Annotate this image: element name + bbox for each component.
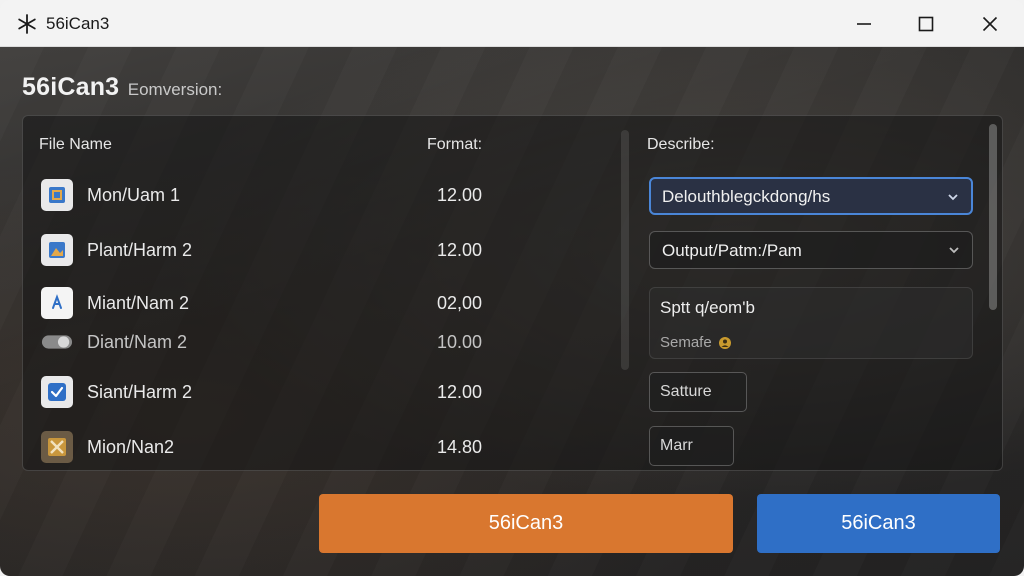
chevron-down-icon bbox=[949, 247, 959, 254]
output-select-2[interactable]: Output/Patm:/Pam bbox=[649, 231, 973, 269]
button-label: 56iCan3 bbox=[841, 512, 916, 534]
close-icon bbox=[982, 16, 998, 32]
file-row[interactable]: Plant/Harm 2 12.00 bbox=[23, 230, 623, 270]
file-format-value: 12.00 bbox=[437, 185, 483, 205]
file-name: Diant/Nam 2 bbox=[87, 332, 188, 352]
file-format-value: 12.00 bbox=[437, 382, 483, 402]
toggle-icon[interactable] bbox=[41, 326, 73, 358]
file-row[interactable]: Siant/Harm 2 12.00 bbox=[23, 372, 623, 412]
asterisk-icon bbox=[18, 14, 36, 34]
file-row[interactable]: Mon/Uam 1 12.00 bbox=[23, 175, 623, 215]
document-file-icon bbox=[41, 287, 73, 319]
file-name: Mon/Uam 1 bbox=[87, 185, 181, 205]
select-value: Output/Patm:/Pam bbox=[662, 241, 802, 260]
main-content: 56iCan3 Eomversion: File Name Format: De… bbox=[0, 47, 1024, 576]
file-name: Plant/Harm 2 bbox=[87, 240, 193, 260]
column-header-format: Format: bbox=[427, 136, 483, 153]
secondary-action-button[interactable]: 56iCan3 bbox=[757, 494, 1000, 553]
page-title: 56iCan3 bbox=[22, 73, 120, 101]
textbox-sub-label: Semafe bbox=[660, 334, 732, 351]
file-name: Miant/Nam 2 bbox=[87, 293, 190, 313]
image-file-icon bbox=[41, 179, 73, 211]
satture-field[interactable]: Satture bbox=[649, 372, 747, 412]
file-row[interactable]: Diant/Nam 2 10.00 bbox=[23, 322, 623, 362]
describe-textbox[interactable]: Sptt q/eom'b Semafe bbox=[649, 287, 973, 359]
maximize-icon bbox=[918, 16, 934, 32]
marr-field[interactable]: Marr bbox=[649, 426, 734, 466]
image-file-icon bbox=[41, 234, 73, 266]
column-header-describe: Describe: bbox=[647, 136, 715, 153]
close-button[interactable] bbox=[976, 10, 1004, 38]
sub-label-text: Semafe bbox=[660, 334, 712, 351]
conversion-panel: File Name Format: Describe: Mon/Uam 1 12… bbox=[22, 115, 1003, 471]
chevron-down-icon bbox=[948, 194, 958, 201]
page-heading: 56iCan3 Eomversion: bbox=[22, 73, 222, 102]
minimize-button[interactable] bbox=[850, 10, 878, 38]
file-row[interactable]: Mion/Nan2 14.80 bbox=[23, 427, 623, 467]
file-format-value: 14.80 bbox=[437, 437, 483, 457]
output-select-1[interactable]: Delouthblegckdong/hs bbox=[649, 177, 973, 215]
file-format-value: 12.00 bbox=[437, 240, 483, 260]
file-row[interactable]: Miant/Nam 2 02,00 bbox=[23, 283, 623, 323]
checkbox-icon[interactable] bbox=[41, 376, 73, 408]
vertical-scrollbar[interactable] bbox=[989, 124, 997, 310]
title-bar: 56iCan3 bbox=[0, 0, 1024, 47]
minimize-icon bbox=[857, 23, 871, 25]
field-value: Satture bbox=[660, 383, 712, 400]
file-format-value: 10.00 bbox=[437, 332, 483, 352]
page-subtitle: Eomversion: bbox=[127, 80, 223, 99]
file-name: Mion/Nan2 bbox=[87, 437, 175, 457]
field-value: Marr bbox=[660, 437, 693, 454]
window-title: 56iCan3 bbox=[46, 14, 110, 33]
column-header-file-name: File Name bbox=[39, 136, 112, 153]
select-value: Delouthblegckdong/hs bbox=[662, 187, 831, 206]
app-window: 56iCan3 56iCan3 Eomversion: File Name Fo… bbox=[0, 0, 1024, 576]
button-label: 56iCan3 bbox=[488, 512, 564, 534]
user-badge-icon bbox=[718, 336, 731, 349]
primary-action-button[interactable]: 56iCan3 bbox=[319, 494, 733, 553]
maximize-button[interactable] bbox=[912, 10, 940, 38]
file-name: Siant/Harm 2 bbox=[87, 382, 193, 402]
file-format-value: 02,00 bbox=[437, 293, 483, 313]
textbox-value: Sptt q/eom'b bbox=[660, 298, 755, 317]
archive-file-icon bbox=[41, 431, 73, 463]
